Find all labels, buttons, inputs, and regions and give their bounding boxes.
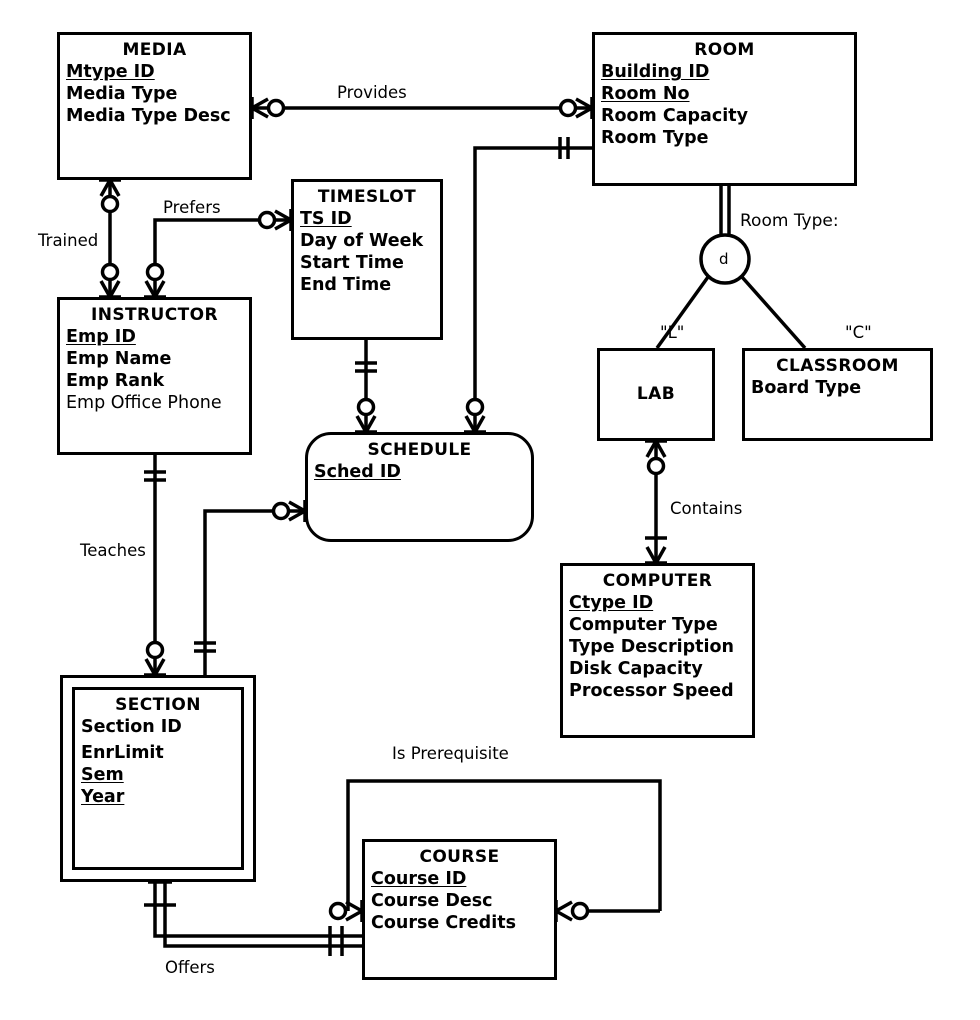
attribute-building-id: Building ID [601,62,710,82]
relationship-label-contains: Contains [670,499,743,518]
entity-course[interactable]: COURSE Course ID Course Desc Course Cred… [362,839,557,980]
entity-title: SCHEDULE [367,440,472,460]
connector-room-schedule [464,137,592,434]
attribute-computer-type: Computer Type [569,615,718,635]
relationship-label-teaches: Teaches [80,541,146,560]
attribute-list: Building ID Room No Room Capacity Room T… [595,61,854,149]
attribute-room-capacity: Room Capacity [601,106,748,126]
attribute-list: Emp ID Emp Name Emp Rank Emp Office Phon… [60,326,249,414]
attribute-list: Course ID Course Desc Course Credits [365,868,554,934]
entity-title: LAB [636,384,676,404]
attribute-list: Sched ID [308,461,531,483]
connector-timeslot-schedule [355,340,377,434]
attribute-course-desc: Course Desc [371,891,493,911]
attribute-list: Board Type [745,377,930,399]
attribute-enrlimit: EnrLimit [81,743,164,763]
entity-title: CLASSROOM [776,356,899,376]
attribute-room-type: Room Type [601,128,709,148]
attribute-ts-id: TS ID [300,209,352,229]
connector-provides [250,97,594,119]
entity-title: ROOM [694,40,755,60]
entity-room[interactable]: ROOM Building ID Room No Room Capacity R… [592,32,857,186]
connector-contains [645,439,667,565]
attribute-room-no: Room No [601,84,690,104]
attribute-year: Year [81,787,125,807]
attribute-sem: Sem [81,765,124,785]
connector-prefers [144,209,293,299]
attribute-emp-rank: Emp Rank [66,371,165,391]
relationship-label-offers: Offers [165,958,215,977]
attribute-section-id: Section ID [81,717,182,737]
entity-lab[interactable]: LAB [597,348,715,441]
attribute-emp-office-phone: Emp Office Phone [66,393,222,413]
attribute-type-description: Type Description [569,637,734,657]
entity-section[interactable]: SECTION Section ID EnrLimit Sem Year [60,675,256,882]
attribute-start-time: Start Time [300,253,404,273]
attribute-list: Mtype ID Media Type Media Type Desc [60,61,249,127]
attribute-end-time: End Time [300,275,392,295]
subtype-discriminator-lab: "L" [660,323,685,342]
attribute-disk-capacity: Disk Capacity [569,659,703,679]
connector-teaches [144,455,166,677]
attribute-sched-id: Sched ID [314,462,401,482]
attribute-list: Ctype ID Computer Type Type Description … [563,592,752,702]
attribute-emp-id: Emp ID [66,327,136,347]
attribute-media-type: Media Type [66,84,178,104]
attribute-media-type-desc: Media Type Desc [66,106,231,126]
subtype-discriminator-classroom: "C" [845,323,872,342]
attribute-processor-speed: Processor Speed [569,681,734,701]
entity-title: COMPUTER [602,571,713,591]
entity-instructor[interactable]: INSTRUCTOR Emp ID Emp Name Emp Rank Emp … [57,297,252,455]
entity-media[interactable]: MEDIA Mtype ID Media Type Media Type Des… [57,32,252,180]
disjoint-symbol-letter: d [719,250,729,268]
attribute-board-type: Board Type [751,378,862,398]
attribute-emp-name: Emp Name [66,349,172,369]
entity-computer[interactable]: COMPUTER Ctype ID Computer Type Type Des… [560,563,755,738]
relationship-label-prefers: Prefers [163,198,221,217]
entity-title: TIMESLOT [317,187,417,207]
entity-schedule[interactable]: SCHEDULE Sched ID [305,432,534,542]
connector-trained [99,178,121,299]
attribute-course-credits: Course Credits [371,913,516,933]
attribute-list: TS ID Day of Week Start Time End Time [294,208,440,296]
relationship-label-provides: Provides [337,83,407,102]
attribute-mtype-id: Mtype ID [66,62,155,82]
attribute-ctype-id: Ctype ID [569,593,654,613]
relationship-label-is-prerequisite: Is Prerequisite [392,744,509,763]
attribute-day-of-week: Day of Week [300,231,424,251]
entity-title: INSTRUCTOR [91,305,218,325]
connector-schedule-section [194,500,307,675]
weak-entity-inner-border: SECTION Section ID EnrLimit Sem Year [72,687,244,870]
er-diagram-canvas: MEDIA Mtype ID Media Type Media Type Des… [0,0,980,1020]
entity-classroom[interactable]: CLASSROOM Board Type [742,348,933,441]
relationship-label-trained: Trained [38,231,99,250]
specialization-discriminator-label: Room Type: [740,211,839,231]
attribute-course-id: Course ID [371,869,467,889]
attribute-list: Section ID EnrLimit Sem Year [75,716,241,808]
entity-timeslot[interactable]: TIMESLOT TS ID Day of Week Start Time En… [291,179,443,340]
entity-title: COURSE [419,847,500,867]
entity-title: MEDIA [122,40,187,60]
entity-title: SECTION [115,695,201,715]
